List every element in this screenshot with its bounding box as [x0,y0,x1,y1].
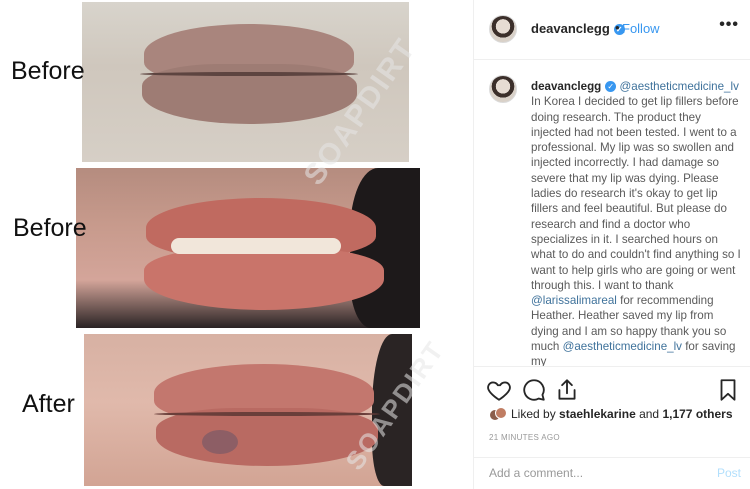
heart-icon[interactable] [486,377,512,403]
post-timestamp[interactable]: 21 MINUTES AGO [489,433,560,442]
post-sidebar: deavanclegg ✓ • Follow ••• deavanclegg ✓ @… [473,0,750,489]
comment-input[interactable] [489,466,689,480]
comment-bar: Post [474,457,750,489]
mention-link[interactable]: @larissalimareal [531,294,617,307]
username-link[interactable]: deavanclegg [531,21,610,36]
lips-before-photo-1 [82,2,409,162]
before-label-1: Before [11,57,85,85]
follow-button[interactable]: Follow [622,21,660,36]
post-header: deavanclegg ✓ • Follow ••• [474,0,750,60]
post-media[interactable]: Before Before After SOAPDIRT SOAPDIRT SO… [0,0,473,489]
bookmark-icon[interactable] [715,377,741,403]
post-comment-button[interactable]: Post [717,466,741,480]
likes-count[interactable]: 1,177 others [662,407,732,421]
before-label-2: Before [13,214,87,242]
separator-dot: • [615,20,620,35]
avatar[interactable] [489,75,517,103]
header-username[interactable]: deavanclegg ✓ [531,21,625,36]
share-icon[interactable] [554,377,580,403]
more-options-icon[interactable]: ••• [719,16,739,34]
lips-after-photo [84,334,412,486]
avatar[interactable] [489,15,517,43]
comment-icon[interactable] [521,377,547,403]
liker-username[interactable]: staehlekarine [559,407,636,421]
likes-summary: Liked by staehlekarine and 1,177 others [489,407,733,423]
liker-avatars [489,407,507,423]
caption-text: deavanclegg ✓ @aestheticmedicine_lv In Ko… [531,79,743,366]
caption-area: deavanclegg ✓ @aestheticmedicine_lv In Ko… [474,61,750,366]
mention-link[interactable]: @aestheticmedicine_lv [563,340,682,353]
likes-middle: and [635,407,663,422]
likes-prefix: Liked by [511,407,560,422]
verified-icon: ✓ [605,81,617,93]
watermark: SOAPDIRT [458,117,473,473]
mention-link[interactable]: @aestheticmedicine_lv [619,80,738,93]
lips-before-photo-2 [76,168,420,328]
caption-username[interactable]: deavanclegg [531,80,601,93]
after-label: After [22,390,75,418]
caption-body: In Korea I decided to get lip fillers be… [531,95,741,292]
